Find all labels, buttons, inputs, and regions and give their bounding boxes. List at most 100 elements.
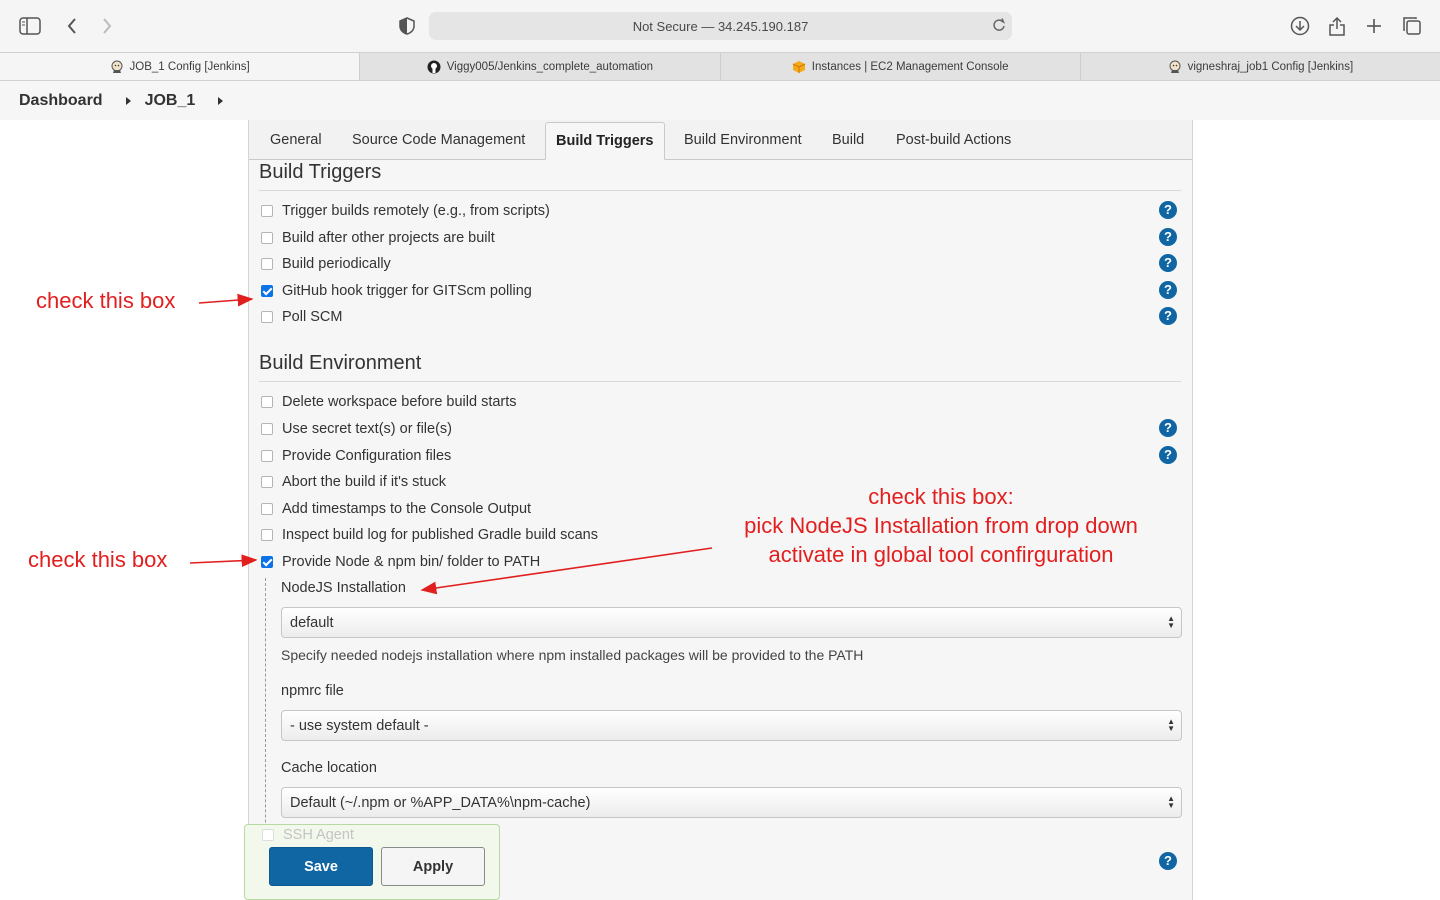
browser-tab-job1-config[interactable]: JOB_1 Config [Jenkins] <box>0 53 361 80</box>
browser-toolbar: Not Secure — 34.245.190.187 <box>0 0 1440 52</box>
nodejs-hint: Specify needed nodejs installation where… <box>281 647 864 663</box>
checkbox-label: Poll SCM <box>282 309 343 325</box>
browser-tab-label: Instances | EC2 Management Console <box>811 60 1009 73</box>
checkbox-label: Build periodically <box>282 256 391 272</box>
breadcrumb-dashboard[interactable]: Dashboard <box>19 92 103 110</box>
nodejs-installation-select[interactable]: default ▲ ▼ <box>281 607 1182 638</box>
checkbox-label: Use secret text(s) or file(s) <box>282 421 452 437</box>
npmrc-file-label: npmrc file <box>281 683 344 699</box>
build-after-other-row[interactable]: Build after other projects are built <box>261 228 495 248</box>
help-icon[interactable]: ? <box>1159 852 1177 870</box>
browser-tab-label: Viggy005/Jenkins_complete_automation <box>446 60 654 73</box>
timestamps-checkbox[interactable] <box>261 503 273 515</box>
address-bar[interactable]: Not Secure — 34.245.190.187 <box>429 12 1012 40</box>
new-tab-icon[interactable] <box>1362 14 1386 38</box>
config-files-checkbox[interactable] <box>261 450 273 462</box>
annotation-line: pick NodeJS Installation from drop down <box>744 513 1138 538</box>
checkbox-label: Trigger builds remotely (e.g., from scri… <box>282 203 550 219</box>
delete-workspace-row[interactable]: Delete workspace before build starts <box>261 392 517 412</box>
trigger-remote-row[interactable]: Trigger builds remotely (e.g., from scri… <box>261 201 550 221</box>
checkbox-label: Add timestamps to the Console Output <box>282 501 532 517</box>
privacy-shield-icon[interactable] <box>395 14 419 38</box>
chevron-right-icon[interactable] <box>125 96 131 105</box>
checkbox-label: SSH Agent <box>283 827 354 843</box>
github-hook-checkbox[interactable] <box>261 285 273 297</box>
checkbox-label: Inspect build log for published Gradle b… <box>282 527 598 543</box>
github-hook-row[interactable]: GitHub hook trigger for GITScm polling <box>261 281 532 301</box>
tab-post-build-actions[interactable]: Post-build Actions <box>886 122 1021 160</box>
build-environment-heading: Build Environment <box>259 352 1181 382</box>
checkbox-label: GitHub hook trigger for GITScm polling <box>282 283 532 299</box>
forward-icon[interactable] <box>95 14 119 38</box>
help-icon[interactable]: ? <box>1159 201 1177 219</box>
reload-icon[interactable] <box>992 17 1006 36</box>
sidebar-toggle-icon[interactable] <box>18 14 42 38</box>
browser-tab-label: JOB_1 Config [Jenkins] <box>129 60 250 73</box>
tab-general[interactable]: General <box>260 122 332 160</box>
build-periodically-checkbox[interactable] <box>261 258 273 270</box>
help-icon[interactable]: ? <box>1159 307 1177 325</box>
annotation-check-box-2: check this box <box>28 547 168 572</box>
checkbox-label: Provide Node & npm bin/ folder to PATH <box>282 554 541 570</box>
select-value: - use system default - <box>290 717 429 734</box>
gradle-scans-checkbox[interactable] <box>261 529 273 541</box>
config-files-row[interactable]: Provide Configuration files <box>261 446 451 466</box>
poll-scm-row[interactable]: Poll SCM <box>261 307 342 327</box>
build-triggers-heading: Build Triggers <box>259 161 1181 191</box>
help-icon[interactable]: ? <box>1159 254 1177 272</box>
nodejs-installation-label: NodeJS Installation <box>281 580 406 596</box>
delete-workspace-checkbox[interactable] <box>261 396 273 408</box>
jenkins-icon <box>110 60 124 74</box>
checkbox-label: Delete workspace before build starts <box>282 394 517 410</box>
tab-source-code-management[interactable]: Source Code Management <box>342 122 535 160</box>
ssh-agent-checkbox[interactable] <box>262 829 274 841</box>
annotation-nodejs-note: check this box: pick NodeJS Installation… <box>710 482 1172 569</box>
breadcrumb-job[interactable]: JOB_1 <box>145 92 196 110</box>
gradle-scans-row[interactable]: Inspect build log for published Gradle b… <box>261 525 598 545</box>
address-text: Not Secure — 34.245.190.187 <box>632 18 809 34</box>
annotation-arrow <box>189 554 258 568</box>
tab-overview-icon[interactable] <box>1400 14 1424 38</box>
build-periodically-row[interactable]: Build periodically <box>261 254 391 274</box>
help-icon[interactable]: ? <box>1159 419 1177 437</box>
node-npm-path-checkbox[interactable] <box>261 556 273 568</box>
apply-button[interactable]: Apply <box>381 847 485 886</box>
checkbox-label: Abort the build if it's stuck <box>282 474 446 490</box>
browser-tab-label: vigneshraj_job1 Config [Jenkins] <box>1187 60 1354 73</box>
github-icon <box>427 60 441 74</box>
browser-tab-ec2[interactable]: Instances | EC2 Management Console <box>721 53 1081 80</box>
tab-build-triggers[interactable]: Build Triggers <box>545 122 665 160</box>
cache-location-select[interactable]: Default (~/.npm or %APP_DATA%\npm-cache)… <box>281 787 1182 818</box>
help-icon[interactable]: ? <box>1159 228 1177 246</box>
chevron-right-icon[interactable] <box>218 96 224 105</box>
timestamps-row[interactable]: Add timestamps to the Console Output <box>261 499 531 519</box>
node-npm-path-row[interactable]: Provide Node & npm bin/ folder to PATH <box>261 552 540 572</box>
secret-text-row[interactable]: Use secret text(s) or file(s) <box>261 419 452 439</box>
annotation-check-box-1: check this box <box>36 288 176 313</box>
save-button[interactable]: Save <box>269 847 373 886</box>
npmrc-file-select[interactable]: - use system default - ▲ ▼ <box>281 710 1182 741</box>
browser-tab-vigneshraj-config[interactable]: vigneshraj_job1 Config [Jenkins] <box>1081 53 1440 80</box>
ssh-agent-row[interactable]: SSH Agent <box>262 827 354 843</box>
checkbox-label: Provide Configuration files <box>282 448 452 464</box>
help-icon[interactable]: ? <box>1159 446 1177 464</box>
poll-scm-checkbox[interactable] <box>261 311 273 323</box>
annotation-line: check this box: <box>868 484 1014 509</box>
tab-build[interactable]: Build <box>822 122 874 160</box>
help-icon[interactable]: ? <box>1159 281 1177 299</box>
select-value: Default (~/.npm or %APP_DATA%\npm-cache) <box>290 794 591 811</box>
build-after-other-checkbox[interactable] <box>261 232 273 244</box>
breadcrumb: Dashboard JOB_1 <box>0 81 1440 120</box>
abort-stuck-row[interactable]: Abort the build if it's stuck <box>261 472 446 492</box>
tab-build-environment[interactable]: Build Environment <box>674 122 812 160</box>
annotation-line: activate in global tool confirguration <box>768 542 1114 567</box>
abort-stuck-checkbox[interactable] <box>261 476 273 488</box>
downloads-icon[interactable] <box>1288 14 1312 38</box>
checkbox-label: Build after other projects are built <box>282 230 495 246</box>
back-icon[interactable] <box>60 14 84 38</box>
browser-tab-github[interactable]: Viggy005/Jenkins_complete_automation <box>360 53 721 80</box>
secret-text-checkbox[interactable] <box>261 423 273 435</box>
trigger-remote-checkbox[interactable] <box>261 205 273 217</box>
select-value: default <box>290 614 334 631</box>
share-icon[interactable] <box>1325 14 1349 38</box>
